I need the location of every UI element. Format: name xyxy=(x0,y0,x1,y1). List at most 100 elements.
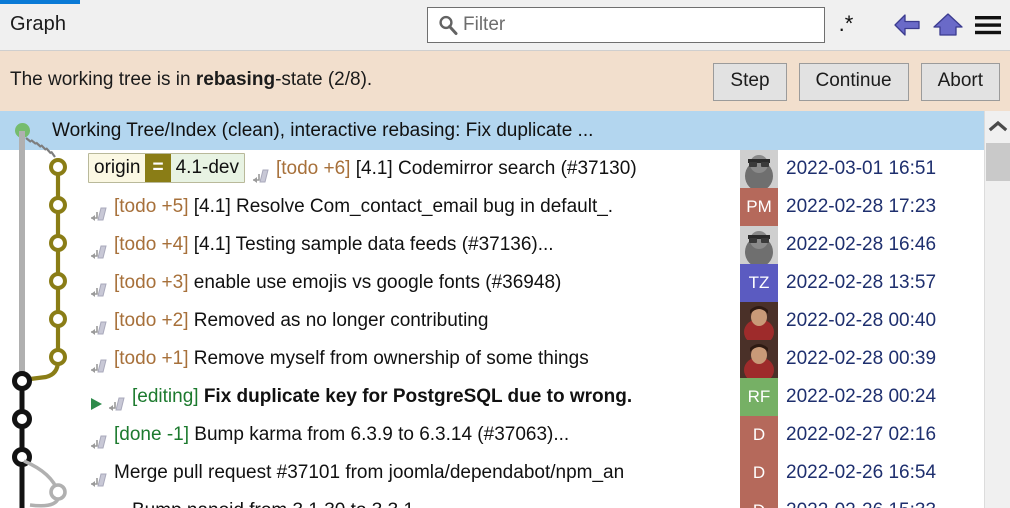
git-graph-window: Graph .* xyxy=(0,0,1010,508)
commit-date: 2022-02-28 13:57 xyxy=(786,272,937,293)
avatar: D xyxy=(740,492,778,508)
regex-toggle-button[interactable]: .* xyxy=(831,9,861,41)
commit-message-cell: [todo +4] [4.1] Testing sample data feed… xyxy=(0,226,740,264)
table-row[interactable]: [todo +2] Removed as no longer contribut… xyxy=(0,302,1010,340)
rebase-notice-state: rebasing xyxy=(195,69,276,90)
table-row[interactable]: [editing] Fix duplicate key for PostgreS… xyxy=(0,378,1010,416)
commit-date: 2022-02-28 17:23 xyxy=(786,196,937,217)
commit-date: 2022-02-28 00:24 xyxy=(786,386,937,407)
table-row[interactable]: [todo +4] [4.1] Testing sample data feed… xyxy=(0,226,1010,264)
commit-message-cell: [todo +5] [4.1] Resolve Com_contact_emai… xyxy=(0,188,740,226)
table-row[interactable]: Bump nanoid from 3.1.30 to 3.3.1... D 2022… xyxy=(0,492,1010,508)
merge-arrow-icon xyxy=(88,350,110,373)
commit-message-text: [todo +4] [4.1] Testing sample data feed… xyxy=(88,226,554,264)
commit-subject: enable use emojis vs google fonts (#3694… xyxy=(193,272,562,293)
commit-subject: Fix duplicate key for PostgreSQL due to … xyxy=(203,386,633,407)
branch-remote-name: origin xyxy=(89,153,146,182)
rebase-action-tag: [done -1] xyxy=(114,424,189,445)
commit-subject: [4.1] Resolve Com_contact_email bug in d… xyxy=(193,196,614,217)
commit-date: 2022-02-28 00:39 xyxy=(786,348,937,369)
commit-date: 2022-02-28 00:40 xyxy=(786,310,937,331)
commit-subject: Bump karma from 6.3.9 to 6.3.14 (#37063)… xyxy=(194,424,570,445)
commit-subject: Remove myself from ownership of some thi… xyxy=(193,348,589,369)
commit-rows: origin = 4.1-dev [todo +6] [4.1] Codemirror… xyxy=(0,150,1010,508)
table-row[interactable]: [todo +5] [4.1] Resolve Com_contact_emai… xyxy=(0,188,1010,226)
branch-equals-badge: = xyxy=(145,153,171,182)
rebase-action-tag: [editing] xyxy=(132,386,199,407)
avatar: PM xyxy=(740,188,778,226)
merge-arrow-icon xyxy=(88,464,110,487)
filter-box[interactable] xyxy=(427,7,825,43)
commit-message-cell: [editing] Fix duplicate key for PostgreS… xyxy=(0,378,740,416)
commit-list[interactable]: Working Tree/Index (clean), interactive … xyxy=(0,111,1010,508)
hamburger-menu-icon[interactable] xyxy=(968,5,1008,45)
table-row[interactable]: Merge pull request #37101 from joomla/de… xyxy=(0,454,1010,492)
commit-message-text: [todo +1] Remove myself from ownership o… xyxy=(88,340,589,378)
commit-message-text: [todo +2] Removed as no longer contribut… xyxy=(88,302,488,340)
table-row[interactable]: [todo +1] Remove myself from ownership o… xyxy=(0,340,1010,378)
commit-message-text: Bump nanoid from 3.1.30 to 3.3.1... xyxy=(106,492,430,508)
merge-arrow-icon xyxy=(106,388,128,411)
merge-arrow-icon xyxy=(88,426,110,449)
avatar xyxy=(740,150,778,188)
commit-subject: [4.1] Testing sample data feeds (#37136)… xyxy=(193,234,554,255)
commit-message-text: [done -1] Bump karma from 6.3.9 to 6.3.1… xyxy=(88,416,569,454)
search-icon xyxy=(433,13,463,37)
commit-message-text: [todo +5] [4.1] Resolve Com_contact_emai… xyxy=(88,188,613,226)
rebase-action-tag: [todo +6] xyxy=(275,158,351,179)
commit-subject: Removed as no longer contributing xyxy=(193,310,489,331)
commit-message-text: origin = 4.1-dev [todo +6] [4.1] Codemirror… xyxy=(88,150,637,188)
avatar: TZ xyxy=(740,264,778,302)
merge-arrow-icon xyxy=(106,502,128,508)
working-tree-row[interactable]: Working Tree/Index (clean), interactive … xyxy=(0,111,1010,150)
filter-input[interactable] xyxy=(463,14,803,36)
avatar xyxy=(740,340,778,378)
rebase-action-tag: [todo +5] xyxy=(114,196,189,217)
commit-message-text: Merge pull request #37101 from joomla/de… xyxy=(88,454,624,492)
commit-date: 2022-02-26 15:33 xyxy=(786,492,936,508)
commit-message-cell: Bump nanoid from 3.1.30 to 3.3.1... xyxy=(0,492,740,508)
rebase-notice-bar: The working tree is in rebasing-state (2… xyxy=(0,51,1010,111)
rebase-action-tag: [todo +1] xyxy=(114,348,189,369)
up-home-arrow-icon[interactable] xyxy=(928,5,968,45)
toolbar: Graph .* xyxy=(0,0,1010,51)
vertical-scrollbar[interactable] xyxy=(984,111,1010,508)
commit-subject: Bump nanoid from 3.1.30 to 3.3.1... xyxy=(132,500,430,508)
merge-arrow-icon xyxy=(250,160,272,183)
commit-message-cell: Merge pull request #37101 from joomla/de… xyxy=(0,454,740,492)
abort-button[interactable]: Abort xyxy=(920,63,1000,101)
rebase-action-tag: [todo +2] xyxy=(114,310,189,331)
tab-graph[interactable]: Graph xyxy=(10,13,66,36)
working-tree-label: Working Tree/Index (clean), interactive … xyxy=(52,120,594,141)
back-arrow-icon[interactable] xyxy=(888,5,928,45)
scrollbar-thumb[interactable] xyxy=(986,143,1010,181)
rebase-notice-text: The working tree is in rebasing-state (2… xyxy=(10,69,372,91)
merge-arrow-icon xyxy=(88,312,110,335)
table-row[interactable]: origin = 4.1-dev [todo +6] [4.1] Codemirror… xyxy=(0,150,1010,188)
table-row[interactable]: [done -1] Bump karma from 6.3.9 to 6.3.1… xyxy=(0,416,1010,454)
merge-arrow-icon xyxy=(88,274,110,297)
step-button[interactable]: Step xyxy=(713,63,787,101)
continue-button[interactable]: Continue xyxy=(798,63,909,101)
merge-arrow-icon xyxy=(88,236,110,259)
merge-arrow-icon xyxy=(88,198,110,221)
avatar: D xyxy=(740,416,778,454)
commit-message-cell: origin = 4.1-dev [todo +6] [4.1] Codemirror… xyxy=(0,150,740,188)
commit-date: 2022-02-27 02:16 xyxy=(786,424,937,445)
commit-message-cell: [todo +1] Remove myself from ownership o… xyxy=(0,340,740,378)
rebase-notice-prefix: The working tree is in xyxy=(10,69,196,90)
rebase-action-buttons: Step Continue Abort xyxy=(713,63,1000,101)
commit-message-text: [todo +3] enable use emojis vs google fo… xyxy=(88,264,561,302)
rebase-notice-suffix: -state (2/8). xyxy=(275,69,373,90)
commit-message-cell: [todo +2] Removed as no longer contribut… xyxy=(0,302,740,340)
commit-message-cell: [todo +3] enable use emojis vs google fo… xyxy=(0,264,740,302)
rebase-action-tag: [todo +4] xyxy=(114,234,189,255)
avatar xyxy=(740,226,778,264)
active-tab-accent xyxy=(0,0,80,4)
editing-play-icon xyxy=(88,388,104,410)
branch-label-chip[interactable]: origin = 4.1-dev xyxy=(88,152,245,183)
table-row[interactable]: [todo +3] enable use emojis vs google fo… xyxy=(0,264,1010,302)
chevron-up-icon[interactable] xyxy=(985,111,1010,141)
branch-local-name: 4.1-dev xyxy=(170,153,244,182)
commit-date: 2022-02-28 16:46 xyxy=(786,234,937,255)
